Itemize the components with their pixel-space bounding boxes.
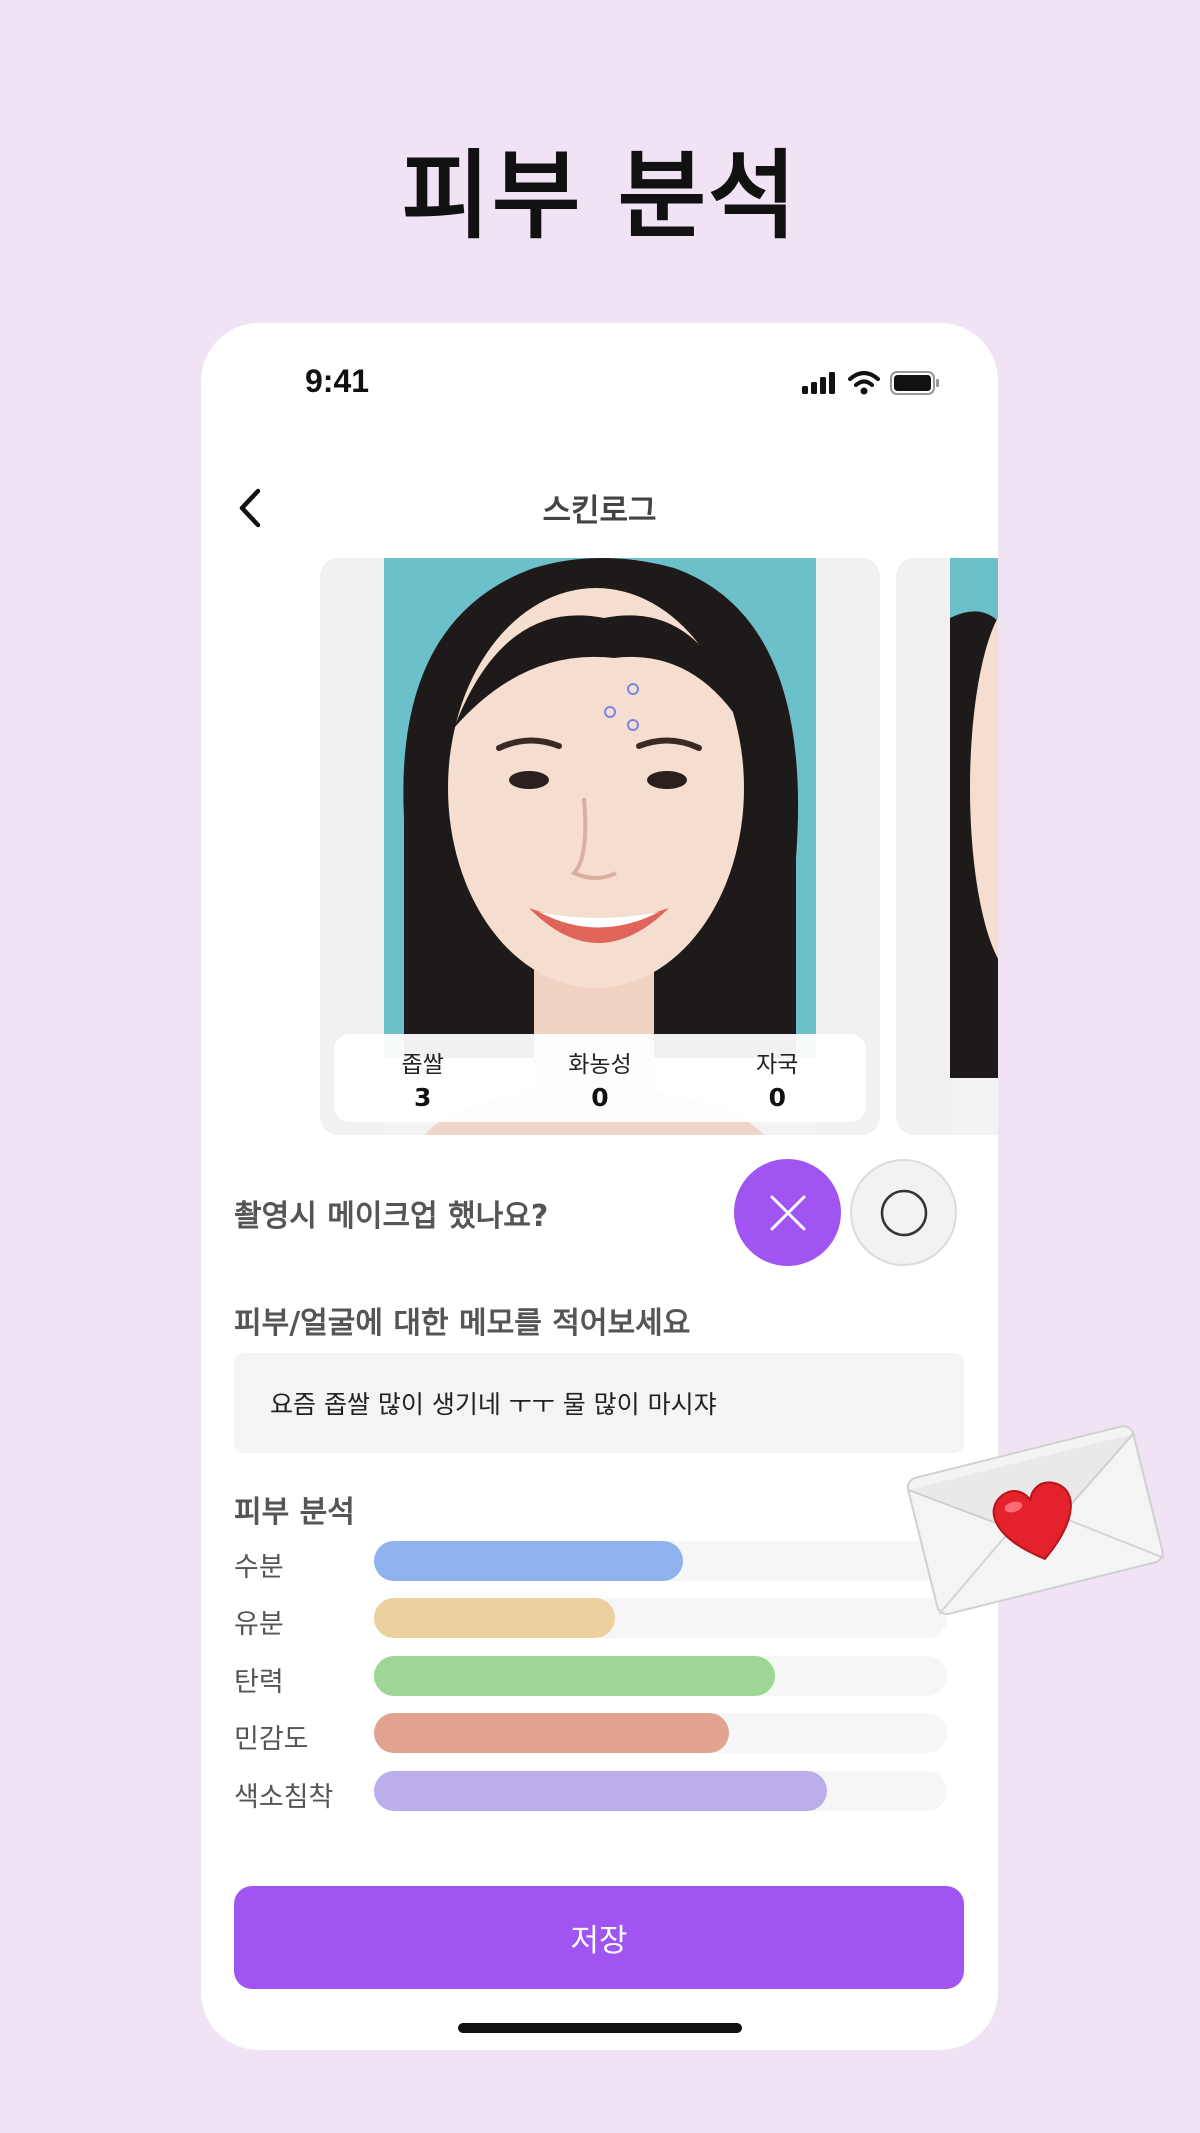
memo-input[interactable]: 요즘 좁쌀 많이 생기네 ㅜㅜ 물 많이 마시쟈 (234, 1353, 964, 1453)
memo-text: 요즘 좁쌀 많이 생기네 ㅜㅜ 물 많이 마시쟈 (270, 1390, 717, 1419)
next-photo-card[interactable] (896, 558, 998, 1135)
battery-icon (890, 371, 939, 395)
metric-label: 유분 (234, 1609, 284, 1640)
metric-bar (374, 1771, 947, 1811)
memo-label: 피부/얼굴에 대한 메모를 적어보세요 (234, 1306, 691, 1341)
signal-icon (802, 372, 835, 394)
metric-fill (374, 1598, 615, 1638)
metric-row: 수분 (234, 1541, 964, 1583)
metric-fill (374, 1656, 776, 1696)
next-face-illustration (950, 558, 998, 1135)
photo-stats: 좁쌀 3 화농성 0 자국 0 (334, 1034, 866, 1122)
metric-label: 색소침착 (234, 1782, 334, 1813)
metric-row: 탄력 (234, 1656, 964, 1698)
stat-value: 0 (768, 1082, 787, 1112)
metric-row: 민감도 (234, 1713, 964, 1755)
metric-bar (374, 1541, 947, 1581)
page-title: 피부 분석 (401, 140, 799, 252)
nav-title: 스킨로그 (542, 493, 657, 529)
stat-label: 화농성 (568, 1051, 632, 1078)
metric-row: 색소침착 (234, 1771, 964, 1813)
metric-fill (374, 1713, 730, 1753)
stat-value: 0 (591, 1082, 609, 1112)
metric-bar (374, 1656, 947, 1696)
metric-row: 유분 (234, 1598, 964, 1640)
makeup-row: 촬영시 메이크업 했나요? (201, 1159, 998, 1269)
metric-bar (374, 1598, 947, 1638)
stat-label: 자국 (756, 1051, 799, 1078)
makeup-no-button[interactable] (734, 1159, 841, 1266)
stat-label: 좁쌀 (401, 1051, 444, 1078)
stat-value: 3 (413, 1082, 432, 1112)
analysis-title: 피부 분석 (234, 1495, 355, 1530)
nav-bar: 스킨로그 (201, 473, 998, 543)
metric-label: 민감도 (234, 1724, 309, 1755)
save-button[interactable]: 저장 (234, 1886, 964, 1989)
metric-bar (374, 1713, 947, 1753)
metric-label: 탄력 (234, 1667, 284, 1698)
stat-item: 좁쌀 3 (353, 1045, 493, 1112)
makeup-yes-button[interactable] (850, 1159, 957, 1266)
photo-carousel[interactable]: 좁쌀 3 화농성 0 자국 0 (201, 558, 998, 1135)
circle-icon (880, 1189, 927, 1236)
x-icon (770, 1195, 805, 1230)
metric-label: 수분 (234, 1552, 284, 1583)
metric-fill (374, 1541, 684, 1581)
next-face-photo (950, 558, 998, 1135)
metric-fill (374, 1771, 827, 1811)
phone-frame: 9:41 스킨로그 좁쌀 3 화농성 0 자국 0 촬영시 메이크업 했나요? … (201, 323, 998, 2050)
home-indicator[interactable] (458, 2023, 742, 2033)
stat-item: 화농성 0 (530, 1045, 670, 1112)
status-icons (802, 371, 940, 395)
status-bar: 9:41 (201, 363, 998, 413)
photo-card[interactable]: 좁쌀 3 화농성 0 자국 0 (320, 558, 880, 1135)
wifi-icon (848, 371, 880, 395)
stat-item: 자국 0 (707, 1045, 847, 1112)
love-letter-icon (900, 1410, 1170, 1620)
status-time: 9:41 (305, 363, 370, 399)
makeup-question: 촬영시 메이크업 했나요? (234, 1199, 549, 1234)
